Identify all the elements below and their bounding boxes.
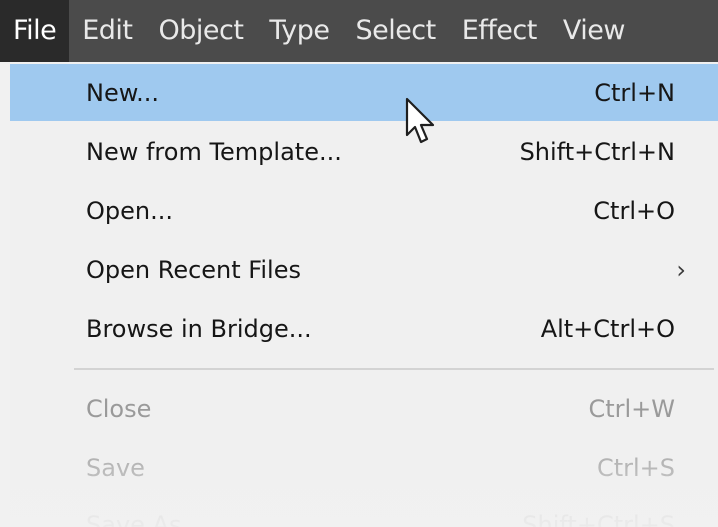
submenu-chevron-right-icon: › (676, 255, 686, 284)
menu-item-label: New... (86, 78, 160, 107)
menu-bar: File Edit Object Type Select Effect View (0, 0, 718, 62)
menu-item-label: Open Recent Files (86, 255, 301, 284)
menu-item-open-recent-files[interactable]: Open Recent Files › (10, 241, 718, 298)
menu-edit[interactable]: Edit (69, 0, 145, 62)
menu-item-label: Close (86, 394, 152, 423)
menu-separator (74, 368, 714, 370)
menu-select[interactable]: Select (342, 0, 448, 62)
menu-item-label: Save (86, 453, 145, 482)
menu-item-shortcut: Ctrl+W (588, 394, 675, 423)
menu-file[interactable]: File (0, 0, 70, 62)
menu-item-label: New from Template... (86, 137, 342, 166)
menu-effect[interactable]: Effect (449, 0, 550, 62)
file-menu-dropdown: New... Ctrl+N New from Template... Shift… (10, 62, 718, 527)
menu-type[interactable]: Type (256, 0, 342, 62)
menu-item-label: Browse in Bridge... (86, 314, 312, 343)
menu-item-save[interactable]: Save Ctrl+S (10, 439, 718, 496)
menu-item-shortcut: Ctrl+S (596, 453, 675, 482)
app-window: File Edit Object Type Select Effect View… (0, 0, 718, 527)
menu-item-shortcut: Shift+Ctrl+S (522, 510, 675, 527)
menu-item-shortcut: Alt+Ctrl+O (540, 314, 675, 343)
menu-item-new[interactable]: New... Ctrl+N (10, 64, 718, 121)
menu-item-shortcut: Ctrl+O (593, 196, 675, 225)
menu-item-save-as[interactable]: Save As... Shift+Ctrl+S (10, 496, 718, 527)
menu-item-shortcut: Shift+Ctrl+N (519, 137, 675, 166)
menu-item-open[interactable]: Open... Ctrl+O (10, 182, 718, 239)
menu-view[interactable]: View (550, 0, 638, 62)
menu-item-label: Open... (86, 196, 173, 225)
menu-item-label: Save As... (86, 510, 205, 527)
arrow-cursor-icon (405, 97, 435, 144)
menu-item-close[interactable]: Close Ctrl+W (10, 380, 718, 437)
menu-object[interactable]: Object (145, 0, 256, 62)
menu-item-browse-in-bridge[interactable]: Browse in Bridge... Alt+Ctrl+O (10, 300, 718, 357)
menu-item-shortcut: Ctrl+N (594, 78, 675, 107)
menu-item-new-from-template[interactable]: New from Template... Shift+Ctrl+N (10, 123, 718, 180)
